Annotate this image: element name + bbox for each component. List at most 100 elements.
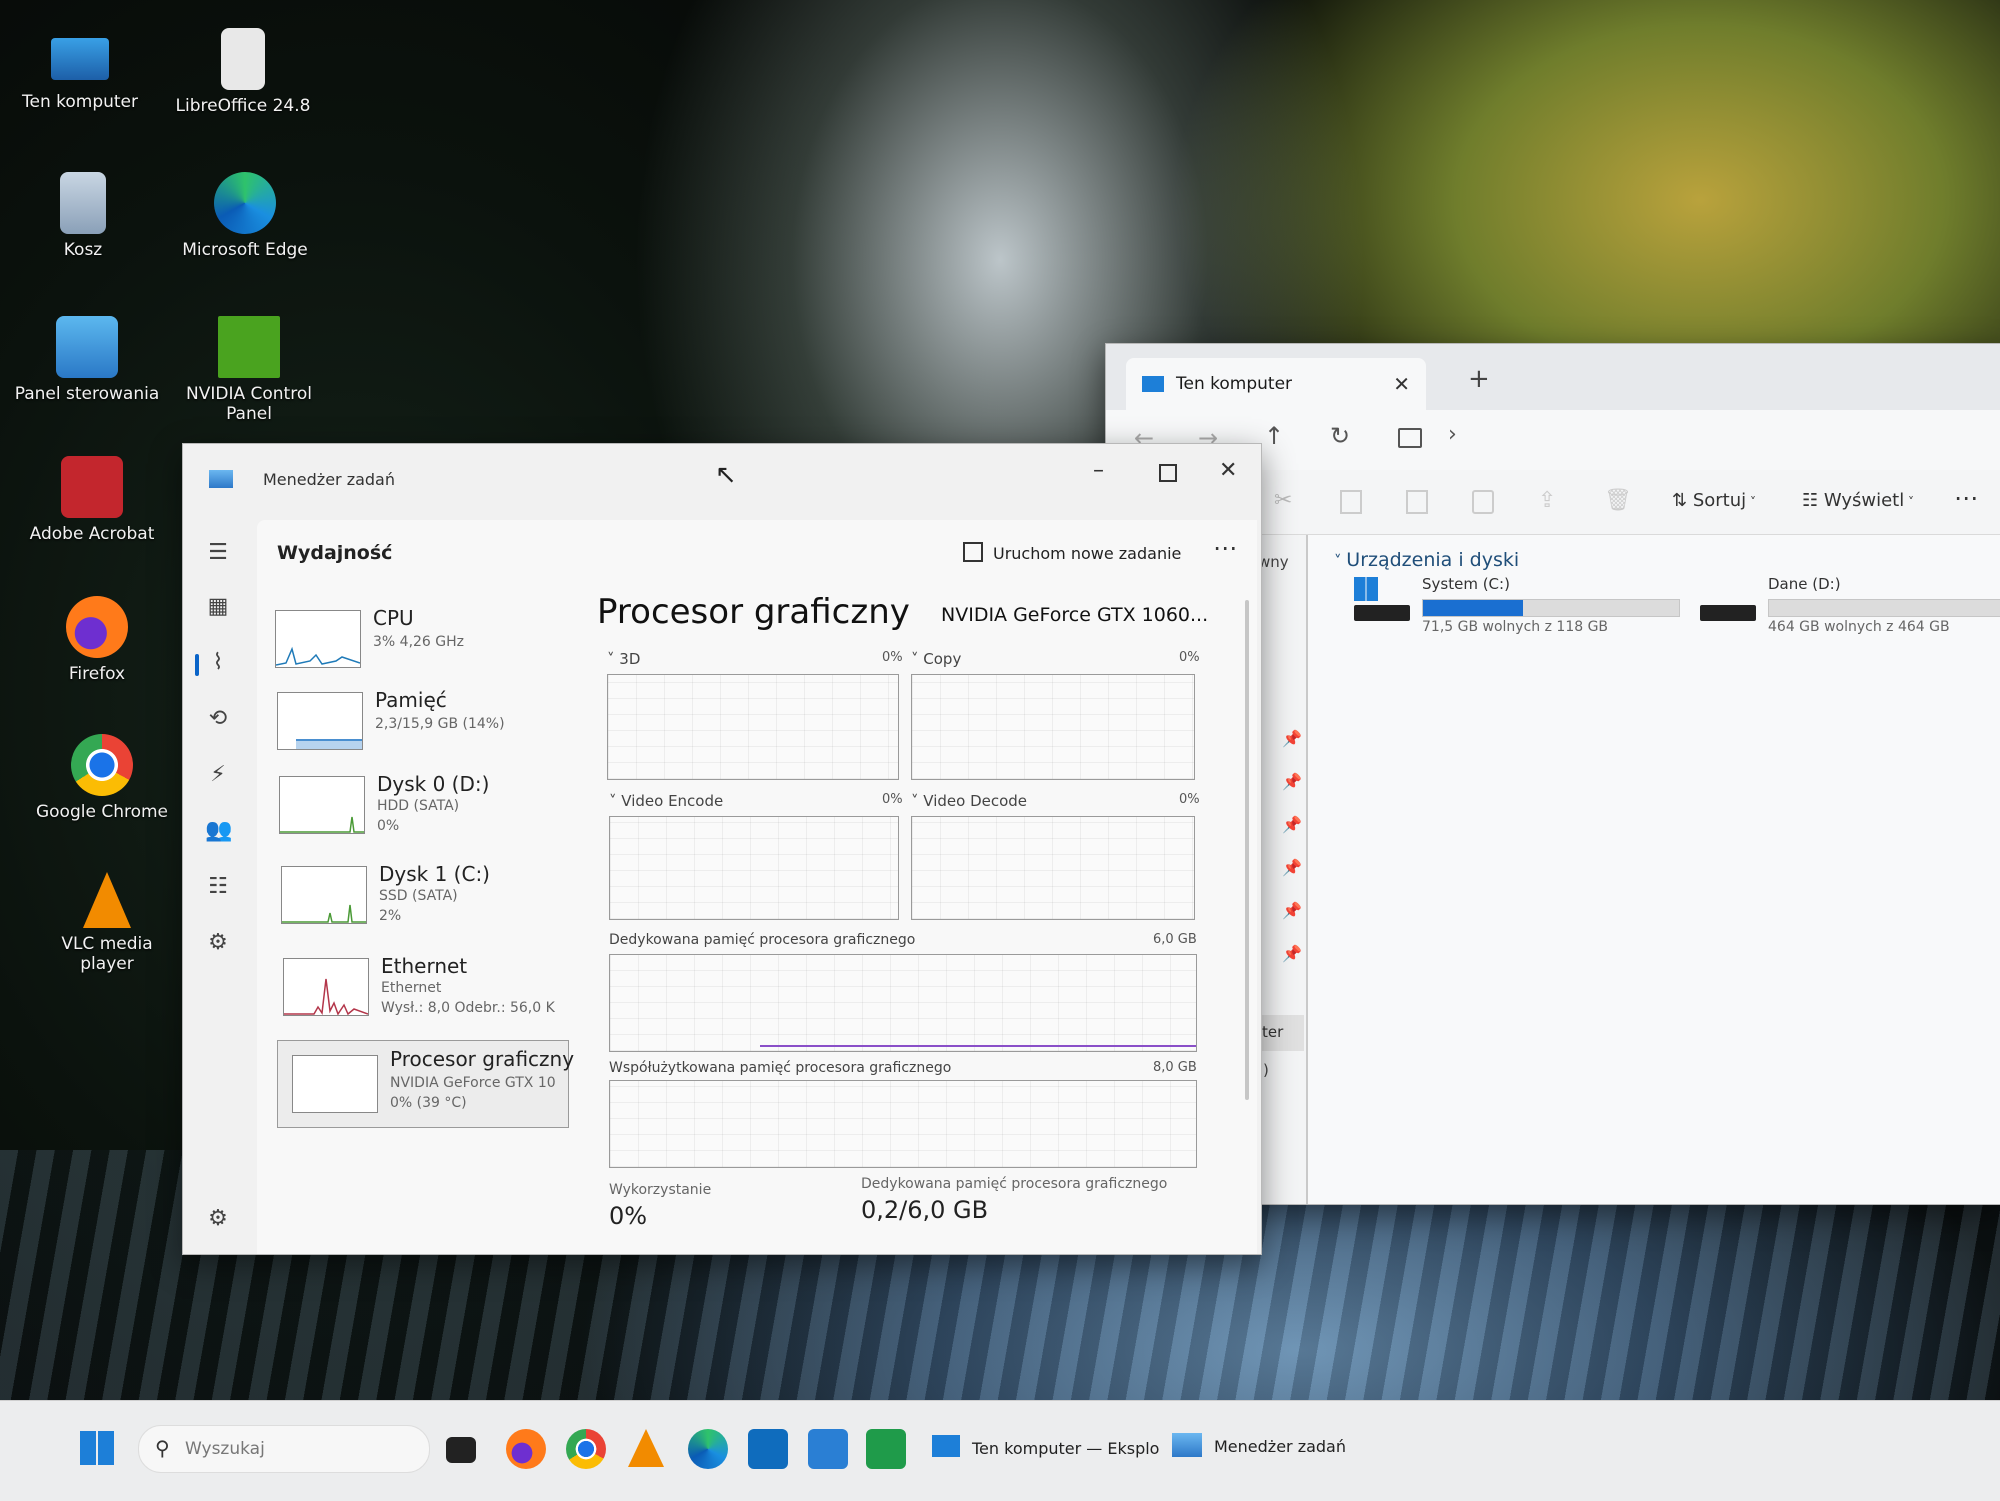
drive-free-space: 464 GB wolnych z 464 GB	[1768, 619, 1950, 635]
services-icon[interactable]: ⚙	[205, 930, 231, 956]
startup-apps-icon[interactable]: ⚡	[205, 762, 231, 788]
performance-icon[interactable]: ⌇	[205, 650, 231, 676]
new-tab-button[interactable]: +	[1468, 364, 1490, 394]
desktop-icon-vlc[interactable]: VLC media player	[32, 872, 182, 974]
desktop-icon-edge[interactable]: Microsoft Edge	[170, 172, 320, 260]
close-tab-icon[interactable]: ✕	[1393, 372, 1410, 396]
minimize-button[interactable]: –	[1093, 458, 1104, 483]
chrome-icon	[71, 734, 133, 796]
firefox-icon[interactable]	[506, 1429, 546, 1469]
chrome-icon[interactable]	[566, 1429, 606, 1469]
taskmgr-title: Menedżer zadań	[263, 470, 395, 489]
engine-video-decode-graph	[911, 816, 1195, 920]
perf-item-cpu[interactable]: CPU 3% 4,26 GHz	[271, 600, 571, 682]
pin-icon[interactable]: 📌	[1282, 901, 1302, 920]
scrollbar[interactable]	[1245, 600, 1249, 1100]
share-icon[interactable]: ⇪	[1538, 488, 1556, 513]
chevron-right-icon[interactable]: ›	[1448, 422, 1457, 447]
perf-item-gpu[interactable]: Procesor graficzny NVIDIA GeForce GTX 10…	[277, 1040, 574, 1128]
engine-name: Video Encode	[621, 792, 724, 810]
refresh-icon[interactable]: ↻	[1330, 422, 1350, 450]
writer-icon[interactable]	[808, 1429, 848, 1469]
pin-icon[interactable]: 📌	[1282, 729, 1302, 748]
details-icon[interactable]: ☷	[205, 874, 231, 900]
desktop-icon-panel-sterowania[interactable]: Panel sterowania	[12, 316, 162, 404]
task-manager-window[interactable]: Menedżer zadań ↖ – ✕ ☰ ▦ ⌇ ⟲ ⚡ 👥 ☷ ⚙ ⚙ W…	[182, 443, 1262, 1255]
taskbar-explorer-button[interactable]: Ten komputer — Eksplo	[926, 1423, 1159, 1475]
copy-icon[interactable]	[1340, 490, 1362, 514]
engine-video-encode-graph	[609, 816, 899, 920]
explorer-tab[interactable]: Ten komputer ✕	[1126, 358, 1426, 410]
close-button[interactable]: ✕	[1219, 458, 1237, 483]
rename-icon[interactable]	[1472, 490, 1494, 514]
engine-3d-label[interactable]: ˅ 3D	[607, 650, 640, 668]
taskmgr-performance-panel: Wydajność Uruchom nowe zadanie ⋯ CPU 3% …	[257, 520, 1257, 1254]
maximize-button[interactable]	[1159, 464, 1177, 482]
desktop-icon-firefox[interactable]: Firefox	[22, 596, 172, 684]
dedicated-memory-max: 6,0 GB	[1153, 932, 1197, 947]
perf-thumb-graph	[292, 1055, 378, 1113]
perf-item-usage: 0%	[377, 818, 400, 834]
perf-item-disk-0[interactable]: Dysk 0 (D:) HDD (SATA) 0%	[275, 766, 575, 848]
delete-icon[interactable]: 🗑	[1604, 488, 1632, 513]
more-options-button[interactable]: ⋯	[1954, 484, 1978, 512]
perf-item-memory[interactable]: Pamięć 2,3/15,9 GB (14%)	[273, 682, 573, 764]
edge-icon[interactable]	[688, 1429, 728, 1469]
sidebar-item-selected[interactable]: ter	[1256, 1015, 1304, 1051]
run-new-task-button[interactable]: Uruchom nowe zadanie	[963, 542, 1181, 563]
pin-icon[interactable]: 📌	[1282, 815, 1302, 834]
task-view-icon[interactable]	[446, 1437, 476, 1463]
monitor-icon	[1142, 376, 1164, 392]
more-options-button[interactable]: ⋯	[1213, 534, 1237, 562]
chevron-down-icon: ˅	[911, 792, 924, 810]
search-box[interactable]: ⚲ Wyszukaj	[138, 1425, 430, 1473]
drive-name: System (C:)	[1422, 575, 1510, 593]
desktop-icon-libreoffice[interactable]: LibreOffice 24.8	[168, 28, 318, 116]
outlook-icon[interactable]	[748, 1429, 788, 1469]
perf-item-disk-1[interactable]: Dysk 1 (C:) SSD (SATA) 2%	[277, 856, 577, 938]
shared-memory-label: Współużytkowana pamięć procesora graficz…	[609, 1060, 952, 1076]
sort-label: Sortuj	[1692, 490, 1747, 511]
taskbar-taskmgr-button[interactable]: Menedżer zadań	[1166, 1423, 1356, 1475]
calc-icon[interactable]	[866, 1429, 906, 1469]
view-button[interactable]: ☷ Wyświetl ˅	[1802, 490, 1914, 511]
pin-icon[interactable]: 📌	[1282, 772, 1302, 791]
perf-item-detail: NVIDIA GeForce GTX 10	[390, 1075, 556, 1091]
sidebar-fragment: ter	[1262, 1023, 1284, 1041]
desktop-icon-acrobat[interactable]: Adobe Acrobat	[17, 456, 167, 544]
perf-item-ethernet[interactable]: Ethernet Ethernet Wysł.: 8,0 Odebr.: 56,…	[279, 948, 579, 1030]
taskmgr-titlebar[interactable]: Menedżer zadań ↖ – ✕	[183, 444, 1261, 520]
perf-item-detail: Ethernet	[381, 980, 442, 996]
cut-icon[interactable]: ✂	[1274, 488, 1292, 513]
perf-item-detail: 3% 4,26 GHz	[373, 634, 465, 650]
engine-name: 3D	[619, 650, 641, 668]
firefox-icon	[66, 596, 128, 658]
pin-icon[interactable]: 📌	[1282, 944, 1302, 963]
desktop-icon-ten-komputer[interactable]: Ten komputer	[5, 28, 155, 112]
chevron-down-icon: ˅	[911, 650, 924, 668]
desktop-icon-chrome[interactable]: Google Chrome	[27, 734, 177, 822]
monitor-icon[interactable]	[1398, 428, 1422, 448]
processes-icon[interactable]: ▦	[205, 594, 231, 620]
engine-copy-label[interactable]: ˅ Copy	[911, 650, 961, 668]
up-icon[interactable]: ↑	[1264, 422, 1284, 450]
taskbar-taskmgr-label: Menedżer zadań	[1214, 1437, 1346, 1456]
engine-video-encode-label[interactable]: ˅ Video Encode	[609, 792, 723, 810]
drive-usage-fill	[1423, 600, 1523, 616]
devices-section-header[interactable]: ˅ Urządzenia i dyski	[1334, 549, 1519, 571]
pin-icon[interactable]: 📌	[1282, 858, 1302, 877]
app-history-icon[interactable]: ⟲	[205, 706, 231, 732]
vlc-icon[interactable]	[628, 1429, 664, 1467]
desktop-icon-nvidia[interactable]: NVIDIA Control Panel	[174, 316, 324, 424]
sort-button[interactable]: ⇅ Sortuj ˅	[1672, 490, 1756, 511]
recycle-bin-icon	[60, 172, 106, 234]
paste-icon[interactable]	[1406, 490, 1428, 514]
start-button[interactable]	[80, 1431, 114, 1465]
engine-video-decode-label[interactable]: ˅ Video Decode	[911, 792, 1027, 810]
users-icon[interactable]: 👥	[205, 818, 232, 844]
hamburger-menu-icon[interactable]: ☰	[205, 540, 231, 566]
drive-usage-bar	[1422, 599, 1680, 617]
desktop-icon-label: Kosz	[63, 240, 103, 260]
settings-gear-icon[interactable]: ⚙	[205, 1206, 231, 1232]
desktop-icon-kosz[interactable]: Kosz	[8, 172, 158, 260]
